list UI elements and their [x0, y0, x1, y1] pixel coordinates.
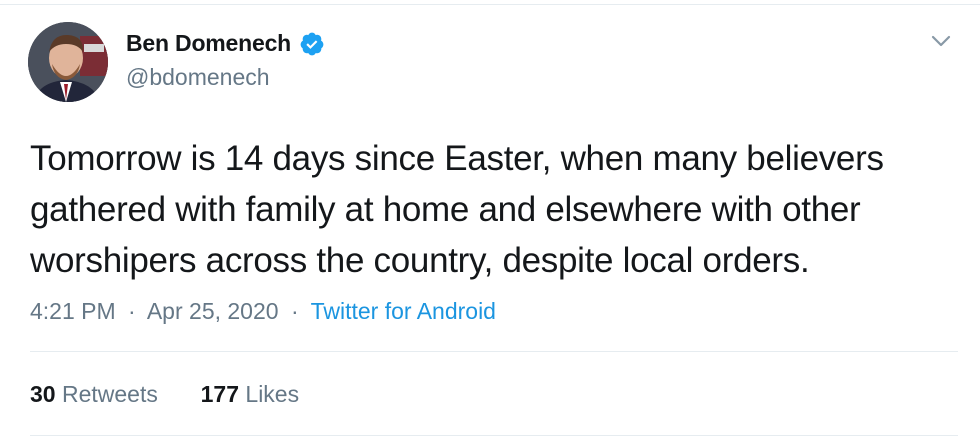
tweet-card: Ben Domenech @bdomenech Tomorrow is 14 d…	[0, 0, 980, 440]
tweet-time[interactable]: 4:21 PM	[30, 298, 116, 324]
tweet-text: Tomorrow is 14 days since Easter, when m…	[30, 139, 884, 280]
avatar-photo	[28, 22, 108, 102]
tweet-source-link[interactable]: Twitter for Android	[311, 298, 496, 324]
tweet-meta: 4:21 PM · Apr 25, 2020 · Twitter for And…	[30, 298, 496, 325]
likes-stat[interactable]: 177 Likes	[194, 381, 299, 407]
retweets-stat[interactable]: 30 Retweets	[30, 381, 164, 407]
retweets-label: Retweets	[61, 381, 158, 407]
chevron-down-icon[interactable]	[929, 32, 953, 50]
divider	[30, 435, 958, 436]
retweets-count: 30	[30, 381, 56, 407]
author-display-name[interactable]: Ben Domenech	[126, 30, 291, 57]
author-handle[interactable]: @bdomenech	[126, 64, 270, 91]
likes-count: 177	[200, 381, 240, 407]
meta-separator: ·	[128, 298, 136, 324]
tweet-stats: 30 Retweets 177 Likes	[30, 381, 299, 408]
author-name-row[interactable]: Ben Domenech	[126, 30, 325, 57]
likes-label: Likes	[245, 381, 300, 407]
tweet-date[interactable]: Apr 25, 2020	[147, 298, 279, 324]
meta-separator: ·	[290, 298, 299, 324]
avatar[interactable]	[28, 22, 108, 102]
verified-badge-icon	[299, 31, 325, 57]
top-border	[0, 4, 980, 5]
divider	[30, 351, 958, 352]
